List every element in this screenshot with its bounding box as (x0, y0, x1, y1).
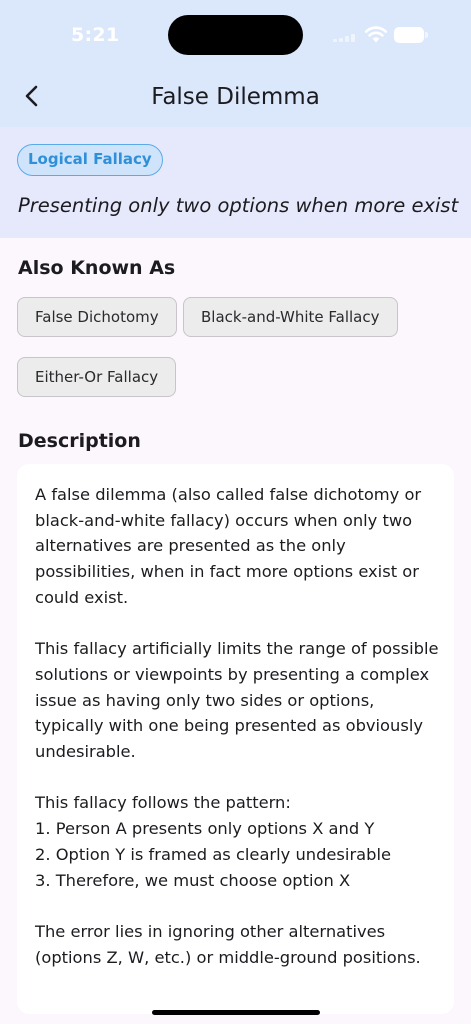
alias-chip[interactable]: Either-Or Fallacy (17, 357, 177, 397)
alias-chip[interactable]: Black-and-White Fallacy (183, 297, 398, 337)
category-badge: Logical Fallacy (17, 144, 163, 176)
wifi-icon (364, 26, 388, 43)
status-time: 5:21 (71, 24, 120, 46)
also-known-as-heading: Also Known As (18, 257, 176, 279)
dynamic-island (168, 15, 303, 55)
description-heading: Description (18, 430, 141, 452)
alias-chip[interactable]: False Dichotomy (17, 297, 177, 337)
fallacy-detail-screen: 5:21 False Dilemma Logical Fallacy Prese… (0, 0, 471, 1024)
description-text: A false dilemma (also called false dicho… (35, 485, 439, 967)
battery-icon (394, 27, 428, 43)
cellular-signal-icon (333, 34, 359, 42)
page-title: False Dilemma (151, 84, 320, 110)
app-bar: 5:21 False Dilemma (0, 0, 471, 127)
home-indicator[interactable] (152, 1010, 320, 1015)
fallacy-summary: Presenting only two options when more ex… (18, 194, 459, 217)
